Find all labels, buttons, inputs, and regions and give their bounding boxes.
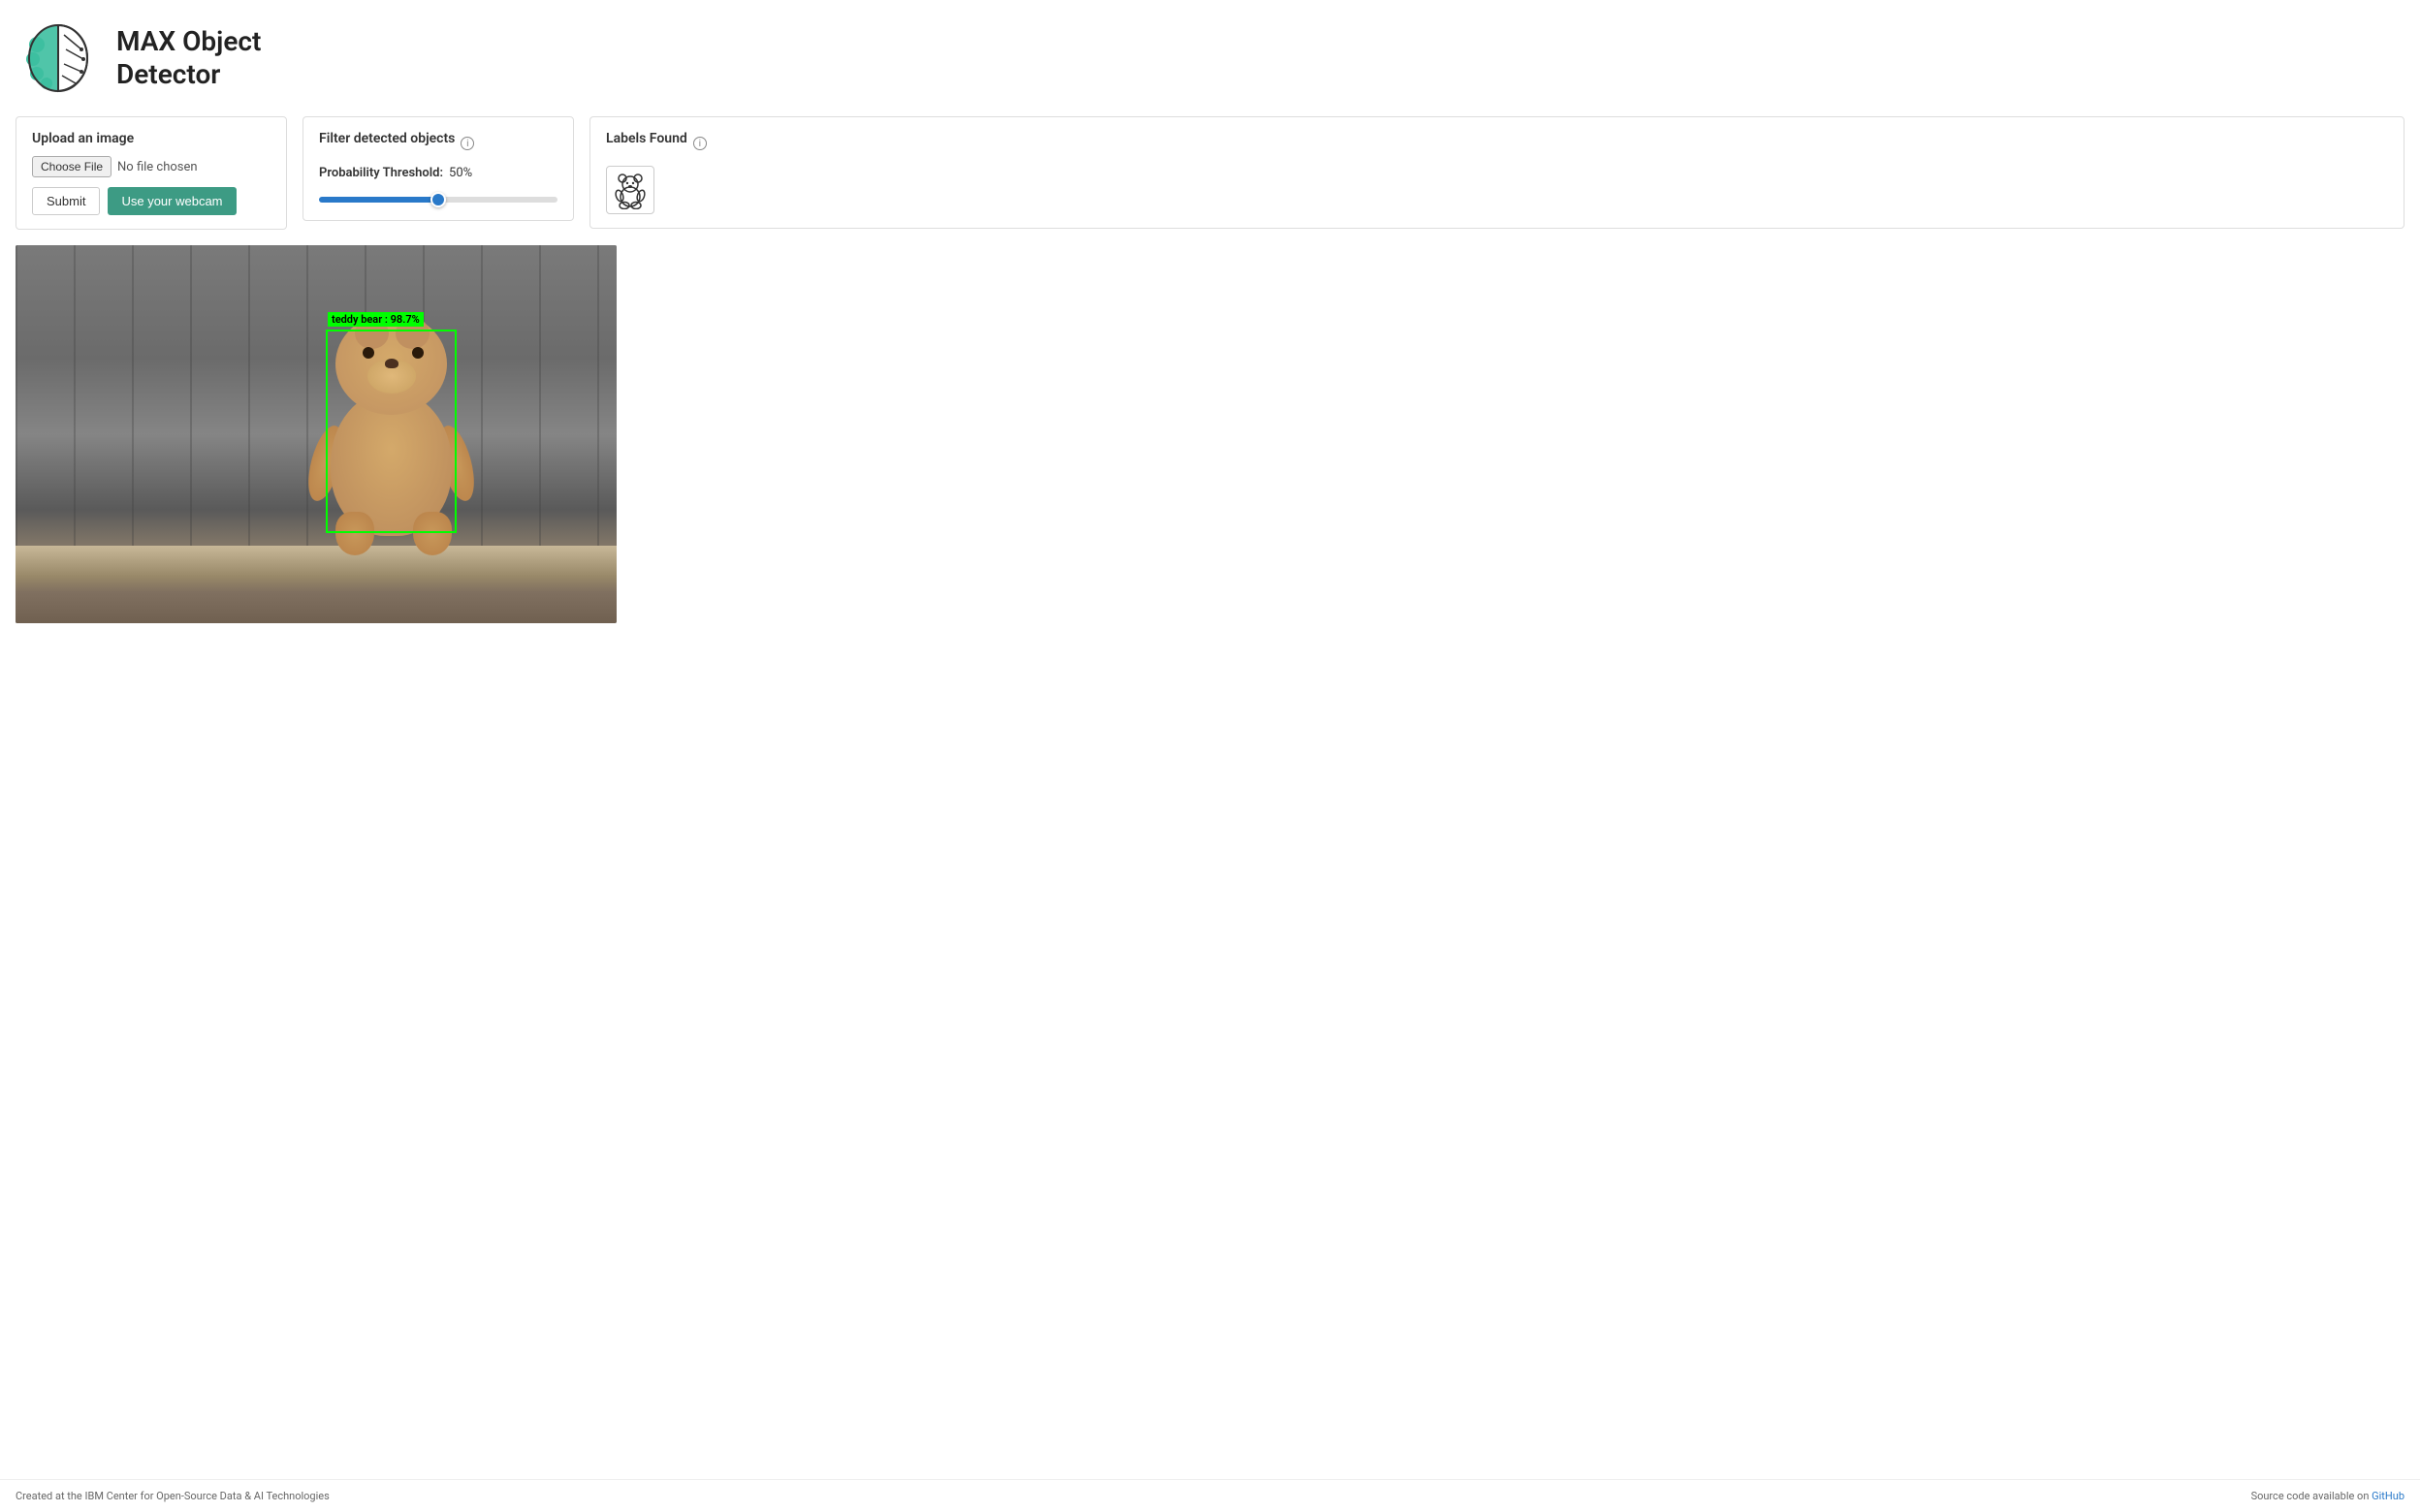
threshold-label: Probability Threshold: [319, 166, 443, 180]
detected-image: teddy bear : 98.7% [16, 245, 617, 623]
no-file-label: No file chosen [117, 160, 198, 174]
upload-panel: Upload an image Choose File No file chos… [16, 116, 287, 230]
filter-title-row: Filter detected objects i [319, 131, 557, 156]
action-buttons: Submit Use your webcam [32, 187, 271, 215]
threshold-row: Probability Threshold: 50% [319, 166, 557, 180]
footer: Created at the IBM Center for Open-Sourc… [0, 1479, 2420, 1512]
filter-panel-title: Filter detected objects [319, 131, 455, 146]
app-title: MAX Object Detector [116, 25, 261, 90]
detection-bounding-box: teddy bear : 98.7% [326, 330, 457, 533]
labels-title-row: Labels Found i [606, 131, 2388, 156]
labels-panel-title: Labels Found [606, 131, 687, 146]
image-area: teddy bear : 98.7% [16, 245, 617, 623]
ground-ledge [16, 546, 617, 623]
labels-info-icon[interactable]: i [693, 137, 707, 150]
app-logo [16, 16, 101, 101]
footer-left-text: Created at the IBM Center for Open-Sourc… [16, 1490, 330, 1502]
threshold-value: 50% [449, 166, 472, 180]
github-link[interactable]: GitHub [2372, 1490, 2404, 1502]
footer-right-prefix: Source code available on [2251, 1490, 2370, 1502]
footer-right: Source code available on GitHub [2251, 1490, 2404, 1502]
detection-label: teddy bear : 98.7% [328, 312, 424, 327]
teddy-bear-label-icon [606, 166, 654, 214]
choose-file-button[interactable]: Choose File [32, 156, 111, 177]
file-input-row: Choose File No file chosen [32, 156, 271, 177]
webcam-button[interactable]: Use your webcam [108, 187, 236, 215]
upload-panel-title: Upload an image [32, 131, 271, 146]
header: MAX Object Detector [16, 16, 2404, 101]
filter-panel: Filter detected objects i Probability Th… [302, 116, 574, 221]
slider-container [319, 188, 557, 206]
top-panels: Upload an image Choose File No file chos… [16, 116, 2404, 230]
labels-panel: Labels Found i [589, 116, 2404, 229]
submit-button[interactable]: Submit [32, 187, 100, 215]
probability-slider[interactable] [319, 197, 557, 203]
filter-info-icon[interactable]: i [461, 137, 474, 150]
